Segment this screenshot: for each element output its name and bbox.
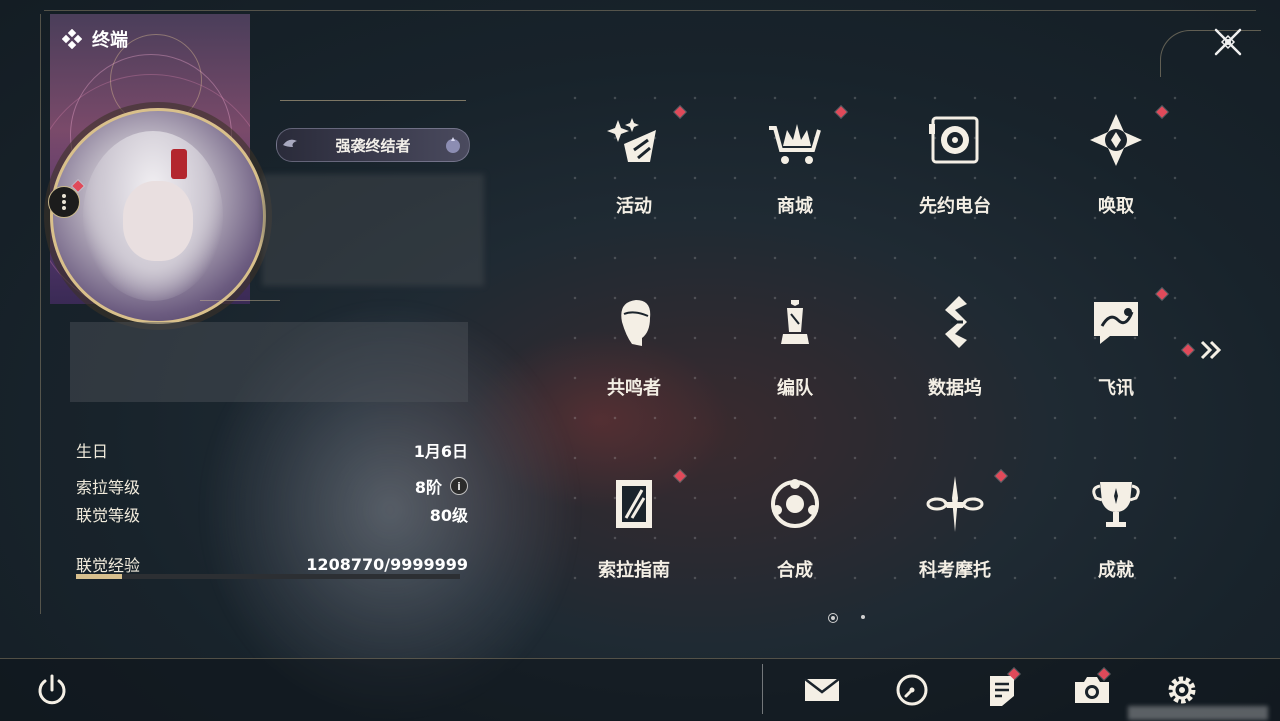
- name-divider: [280, 100, 466, 101]
- stat-value: 8阶: [414, 478, 442, 497]
- stat-union-exp: 联觉经验 1208770/9999999: [76, 552, 468, 576]
- window-title-text: 终端: [92, 30, 128, 51]
- menu-item-label: 共鸣者: [607, 378, 661, 399]
- menu-item-synthesis[interactable]: 合成: [725, 452, 865, 602]
- power-button[interactable]: [32, 670, 72, 710]
- menu-item-resonators[interactable]: 共鸣者: [564, 270, 704, 420]
- trophy-icon: [1092, 482, 1140, 527]
- more-vertical-icon: [62, 194, 66, 210]
- avatar-face: [123, 181, 193, 261]
- menu-item-label: 科考摩托: [919, 560, 991, 581]
- summon-compass-icon: [1090, 114, 1142, 166]
- time-button[interactable]: [892, 670, 932, 710]
- menu-item-label: 唤取: [1098, 196, 1134, 217]
- menu-item-team[interactable]: 编队: [725, 270, 865, 420]
- notification-badge: [1156, 288, 1168, 300]
- stat-birthday: 生日 1月6日: [76, 438, 468, 462]
- settings-button[interactable]: [1162, 670, 1202, 710]
- menu-item-messages[interactable]: 飞讯: [1046, 270, 1186, 420]
- radio-icon: [929, 116, 979, 164]
- stat-value: 1月6日: [413, 442, 468, 461]
- motorcycle-icon: [926, 476, 984, 532]
- menu-item-label: 成就: [1098, 560, 1134, 581]
- player-title-badge[interactable]: 强袭终结者: [276, 128, 470, 162]
- pager-dot[interactable]: [861, 615, 865, 619]
- notification-badge: [995, 470, 1007, 482]
- pager-dot-active[interactable]: [828, 613, 838, 623]
- notification-badge: [674, 106, 686, 118]
- menu-item-label: 商城: [777, 196, 813, 217]
- avatar-ribbon: [171, 149, 187, 179]
- player-signature-blurred[interactable]: [70, 322, 468, 402]
- player-name-blurred: [262, 174, 484, 286]
- next-page-button[interactable]: [1196, 338, 1224, 362]
- avatar[interactable]: [50, 108, 266, 324]
- notification-badge: [1156, 106, 1168, 118]
- badge-gem-icon: [446, 137, 460, 153]
- menu-item-data-bank[interactable]: 数据坞: [885, 270, 1025, 420]
- close-icon: [1214, 28, 1242, 56]
- profile-more-button[interactable]: [48, 186, 80, 218]
- stat-label: 索拉等级: [76, 478, 141, 497]
- team-chess-icon: [781, 300, 809, 344]
- stat-union-level: 联觉等级 80级: [76, 502, 468, 526]
- close-button[interactable]: [1208, 22, 1248, 62]
- menu-item-label: 飞讯: [1098, 378, 1134, 399]
- menu-item-achievements[interactable]: 成就: [1046, 452, 1186, 602]
- stat-label: 联觉经验: [76, 556, 141, 575]
- menu-item-shop[interactable]: 商城: [725, 88, 865, 238]
- message-icon: [1094, 302, 1138, 344]
- menu-item-label: 数据坞: [928, 378, 982, 399]
- card-divider: [200, 300, 280, 301]
- menu-item-label: 索拉指南: [598, 560, 670, 581]
- menu-item-radio[interactable]: 先约电台: [885, 88, 1025, 238]
- double-chevron-right-icon: [1200, 340, 1222, 360]
- info-icon[interactable]: i: [450, 477, 468, 495]
- stat-label: 生日: [76, 442, 109, 461]
- badge-wing-icon: [283, 139, 297, 147]
- stat-value: 80级: [429, 506, 468, 525]
- frame-top-line: [44, 10, 1256, 11]
- menu-item-motorcycle[interactable]: 科考摩托: [885, 452, 1025, 602]
- notification-badge: [835, 106, 847, 118]
- menu-item-guidebook[interactable]: 索拉指南: [564, 452, 704, 602]
- data-dock-icon: [945, 296, 967, 348]
- menu-item-label: 编队: [777, 378, 813, 399]
- watermark-blurred: [1128, 706, 1268, 720]
- mail-icon: [804, 678, 840, 701]
- exp-progress-fill: [76, 574, 123, 579]
- camera-icon: [1075, 677, 1109, 703]
- notification-badge: [674, 470, 686, 482]
- stat-sol-level: 索拉等级 8阶 i: [76, 474, 468, 498]
- menu-item-activity[interactable]: 活动: [564, 88, 704, 238]
- player-title-text: 强袭终结者: [335, 136, 411, 155]
- stat-label: 联觉等级: [76, 506, 141, 525]
- synthesis-icon: [771, 479, 819, 528]
- menu-item-label: 活动: [616, 196, 652, 217]
- settings-gear-icon: [1168, 676, 1196, 704]
- exp-progress-bar: [76, 574, 460, 579]
- terminal-diamond-icon: [62, 29, 82, 49]
- menu-item-convene[interactable]: 唤取: [1046, 88, 1186, 238]
- activity-icon: [607, 118, 656, 162]
- frame-left-line: [40, 14, 41, 614]
- shop-cart-icon: [769, 124, 821, 164]
- window-title: 终端: [62, 26, 128, 52]
- power-icon: [38, 674, 66, 705]
- camera-button[interactable]: [1072, 668, 1112, 710]
- stat-value: 1208770/9999999: [306, 554, 468, 574]
- menu-item-label: 合成: [777, 560, 813, 581]
- guide-book-icon: [616, 480, 652, 528]
- resonator-head-icon: [621, 300, 651, 346]
- bottom-bar-divider: [762, 664, 763, 714]
- notice-button[interactable]: [982, 668, 1022, 710]
- menu-item-label: 先约电台: [919, 196, 991, 217]
- mail-button[interactable]: [802, 670, 842, 710]
- clock-icon: [896, 674, 928, 706]
